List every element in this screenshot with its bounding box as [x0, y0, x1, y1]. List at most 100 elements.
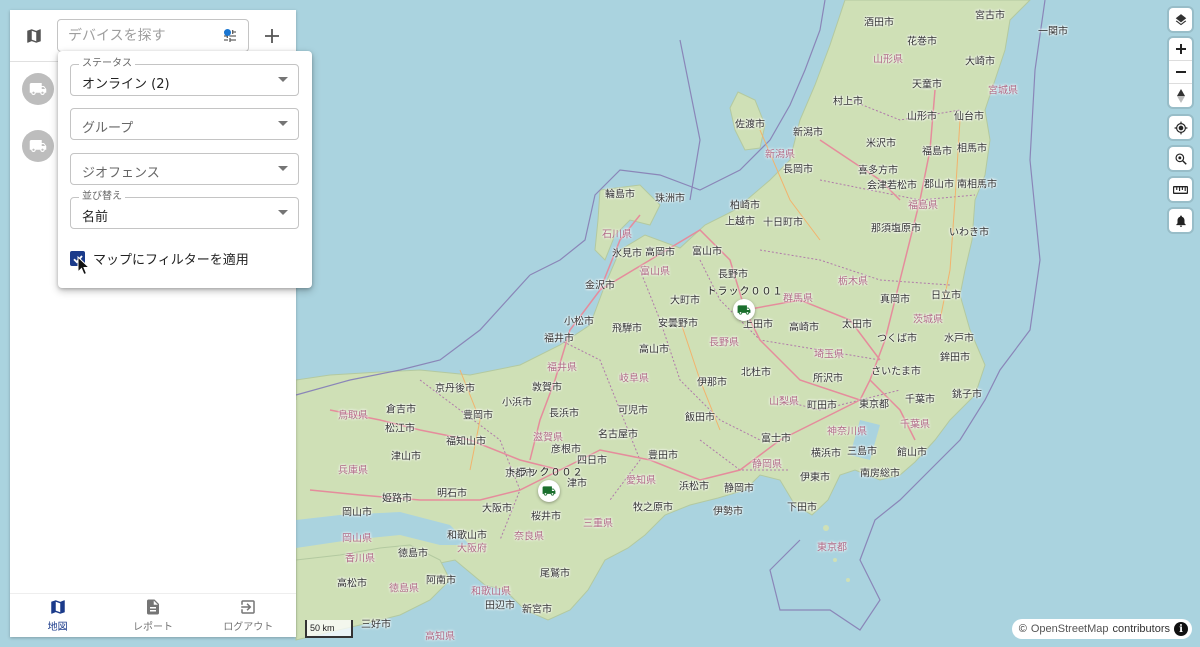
group-select[interactable]: グループ: [70, 108, 299, 140]
reset-north-button[interactable]: [1169, 84, 1192, 107]
map-label-city: 飯田市: [685, 412, 715, 424]
map-label-prefecture: 奈良県: [514, 531, 544, 543]
osm-link[interactable]: OpenStreetMap: [1031, 623, 1109, 635]
map-label-prefecture: 山形県: [873, 54, 903, 66]
chevron-down-icon: [278, 166, 288, 171]
search-input[interactable]: [68, 27, 208, 45]
map-label-city: 安曇野市: [658, 318, 698, 330]
chevron-down-icon: [278, 121, 288, 126]
filter-active-badge: [224, 29, 231, 36]
map-label-city: 高崎市: [789, 322, 819, 334]
nav-reports[interactable]: レポート: [105, 594, 200, 637]
map-label-city: 輪島市: [605, 189, 635, 201]
nav-map-label: 地図: [47, 622, 68, 633]
map-label-city: 真岡市: [880, 294, 910, 306]
mouse-cursor-icon: [77, 256, 91, 276]
apply-filter-on-map[interactable]: マップにフィルターを適用: [70, 249, 249, 268]
map-label-city: 敦賀市: [532, 382, 562, 394]
notifications-button[interactable]: [1169, 209, 1192, 232]
map-label-city: 相馬市: [957, 143, 987, 155]
map-label-city: 徳島市: [398, 548, 428, 560]
truck-icon: [542, 486, 556, 496]
sort-select-value: 名前: [82, 210, 109, 225]
map-label-prefecture: 鳥取県: [338, 410, 368, 422]
nav-logout[interactable]: ログアウト: [201, 594, 296, 637]
map-label-city: 金沢市: [585, 280, 615, 292]
ruler-icon: [1173, 185, 1188, 194]
map-label-prefecture: 茨城県: [913, 314, 943, 326]
map-label-city: 伊東市: [800, 472, 830, 484]
map-label-city: 新宮市: [522, 604, 552, 616]
map-label-prefecture: 和歌山県: [471, 586, 511, 598]
map-label-city: 一関市: [1038, 26, 1068, 38]
layers-control: [1169, 8, 1192, 31]
map-label-city: 南房総市: [860, 468, 900, 480]
map-label-city: 京丹後市: [435, 383, 475, 395]
map-label-city: 桜井市: [531, 511, 561, 523]
layers-icon: [1175, 13, 1186, 25]
device-marker-truck-001[interactable]: [733, 299, 755, 321]
map-label-city: 豊田市: [648, 450, 678, 462]
device-search: [57, 19, 249, 52]
zoom-in-button[interactable]: [1169, 38, 1192, 61]
map-label-prefecture: 宮城県: [988, 85, 1018, 97]
sort-select[interactable]: 並び替え 名前: [70, 191, 299, 229]
minus-icon: [1175, 71, 1186, 73]
map-label-city: 東京都: [859, 399, 889, 411]
map-label-city: 水戸市: [944, 333, 974, 345]
map-label-city: 大町市: [670, 295, 700, 307]
nav-reports-label: レポート: [132, 622, 173, 633]
status-select[interactable]: ステータス オンライン (2): [70, 58, 299, 96]
map-label-prefecture: 兵庫県: [338, 465, 368, 477]
map-label-city: 下田市: [787, 502, 817, 514]
map-label-city: 田辺市: [485, 600, 515, 612]
map-label-prefecture: 愛知県: [626, 475, 656, 487]
geofence-select-placeholder: ジオフェンス: [82, 166, 160, 181]
device-list-item-avatar[interactable]: [22, 73, 54, 105]
status-select-value: オンライン (2): [82, 77, 170, 92]
map-label-city: 横浜市: [811, 448, 841, 460]
map-label-prefecture: 福井県: [547, 362, 577, 374]
description-icon: [146, 599, 159, 615]
geolocate-button[interactable]: [1169, 116, 1192, 139]
device-list-item-avatar[interactable]: [22, 130, 54, 162]
map-label-city: 北杜市: [741, 367, 771, 379]
map-label-city: 福井市: [544, 333, 574, 345]
filter-button[interactable]: [220, 26, 240, 46]
device-marker-truck-002[interactable]: [538, 480, 560, 502]
map-label-city: 鉾田市: [940, 352, 970, 364]
plus-icon: [265, 29, 279, 43]
info-icon[interactable]: i: [1174, 622, 1188, 636]
map-label-city: 上越市: [725, 216, 755, 228]
map-icon: [27, 29, 41, 43]
apply-filter-label: マップにフィルターを適用: [93, 253, 249, 268]
map-label-city: 福島市: [922, 146, 952, 158]
map-view-button[interactable]: [21, 23, 47, 49]
map-label-city: 長岡市: [783, 164, 813, 176]
follow-button[interactable]: [1169, 147, 1192, 170]
device-marker-label: トラック００１: [706, 286, 784, 298]
my-location-icon: [1174, 121, 1187, 134]
map-label-city: 尾鷲市: [540, 568, 570, 580]
map-label-city: 南相馬市: [957, 179, 997, 191]
measure-button[interactable]: [1169, 178, 1192, 201]
map-label-city: 長野市: [718, 269, 748, 281]
map-label-prefecture: 静岡県: [752, 459, 782, 471]
map-label-city: 明石市: [437, 488, 467, 500]
map-label-city: 村上市: [833, 96, 863, 108]
filter-popover: ステータス オンライン (2) グループ ジオフェンス 並び替え 名前 マップに…: [58, 51, 312, 288]
map-label-city: 宮古市: [975, 10, 1005, 22]
bell-icon: [1175, 214, 1186, 227]
layers-button[interactable]: [1169, 8, 1192, 31]
map-label-city: 名古屋市: [598, 429, 638, 441]
map-scale: 50 km: [305, 620, 353, 638]
map-label-prefecture: 三重県: [583, 518, 613, 530]
map-icon: [50, 600, 65, 614]
zoom-out-button[interactable]: [1169, 61, 1192, 84]
map-label-city: 小松市: [564, 316, 594, 328]
geofence-select[interactable]: ジオフェンス: [70, 153, 299, 185]
nav-map[interactable]: 地図: [10, 594, 105, 637]
map-label-city: 飛騨市: [612, 323, 642, 335]
logout-icon: [241, 600, 256, 614]
add-device-button[interactable]: [259, 23, 285, 49]
